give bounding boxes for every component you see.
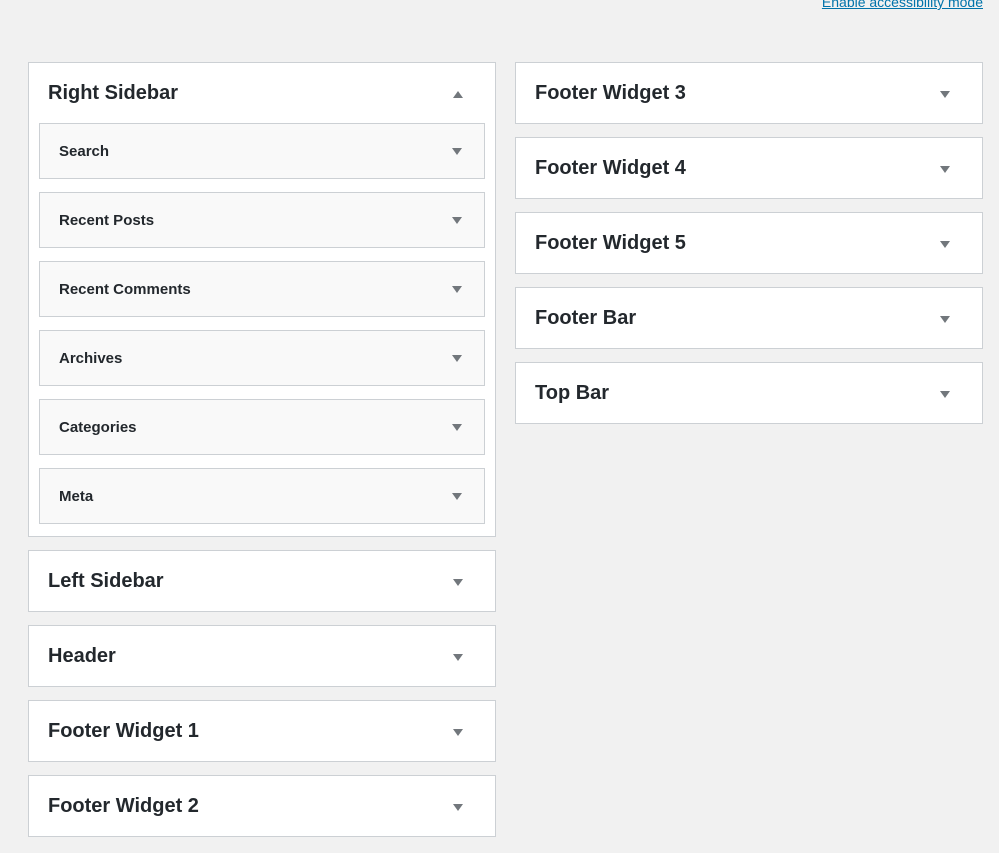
widget-search[interactable]: Search [39, 123, 485, 179]
widget-title: Categories [59, 419, 137, 436]
widget-list: Search Recent Posts Recent Comments Arch… [29, 123, 495, 536]
arrow-down-icon[interactable] [940, 316, 950, 323]
arrow-down-icon[interactable] [453, 804, 463, 811]
widget-area-footer-widget-4: Footer Widget 4 [515, 137, 983, 199]
arrow-down-icon[interactable] [452, 424, 462, 431]
widget-area-footer-widget-1: Footer Widget 1 [28, 700, 496, 762]
widget-area-title: Top Bar [535, 382, 610, 404]
widget-areas-left-column: Right Sidebar Search Recent Posts Recent… [28, 62, 496, 850]
widget-area-footer-bar: Footer Bar [515, 287, 983, 349]
arrow-down-icon[interactable] [453, 654, 463, 661]
widget-area-header-right-sidebar[interactable]: Right Sidebar [29, 63, 495, 123]
arrow-down-icon[interactable] [452, 217, 462, 224]
widget-area-header-footer-widget-1[interactable]: Footer Widget 1 [29, 701, 495, 761]
arrow-down-icon[interactable] [453, 729, 463, 736]
arrow-down-icon[interactable] [940, 241, 950, 248]
widget-area-title: Footer Bar [535, 307, 637, 329]
arrow-down-icon[interactable] [940, 91, 950, 98]
arrow-down-icon[interactable] [452, 148, 462, 155]
arrow-down-icon[interactable] [940, 166, 950, 173]
arrow-down-icon[interactable] [452, 355, 462, 362]
widget-area-footer-widget-3: Footer Widget 3 [515, 62, 983, 124]
widget-area-header-left-sidebar[interactable]: Left Sidebar [29, 551, 495, 611]
arrow-down-icon[interactable] [453, 579, 463, 586]
arrow-down-icon[interactable] [452, 493, 462, 500]
widget-area-title: Left Sidebar [48, 570, 164, 592]
widget-area-title: Footer Widget 3 [535, 82, 686, 104]
widget-areas-right-column: Footer Widget 3 Footer Widget 4 Footer W… [515, 62, 983, 437]
widget-area-footer-widget-2: Footer Widget 2 [28, 775, 496, 837]
enable-accessibility-mode-link[interactable]: Enable accessibility mode [822, 0, 983, 10]
widget-area-header-footer-bar[interactable]: Footer Bar [516, 288, 982, 348]
widget-title: Search [59, 143, 110, 160]
widget-area-header-top-bar[interactable]: Top Bar [516, 363, 982, 423]
widget-recent-comments[interactable]: Recent Comments [39, 261, 485, 317]
widget-area-title: Footer Widget 1 [48, 720, 199, 742]
widget-title: Archives [59, 350, 123, 367]
widget-area-title: Header [48, 645, 116, 667]
widget-area-header: Header [28, 625, 496, 687]
arrow-down-icon[interactable] [452, 286, 462, 293]
widget-area-header-footer-widget-5[interactable]: Footer Widget 5 [516, 213, 982, 273]
arrow-down-icon[interactable] [940, 391, 950, 398]
widget-area-title: Right Sidebar [48, 82, 179, 104]
widget-area-header-footer-widget-3[interactable]: Footer Widget 3 [516, 63, 982, 123]
widget-area-left-sidebar: Left Sidebar [28, 550, 496, 612]
widget-area-top-bar: Top Bar [515, 362, 983, 424]
widget-area-right-sidebar: Right Sidebar Search Recent Posts Recent… [28, 62, 496, 537]
widget-area-title: Footer Widget 5 [535, 232, 686, 254]
widget-area-header-footer-widget-4[interactable]: Footer Widget 4 [516, 138, 982, 198]
widget-recent-posts[interactable]: Recent Posts [39, 192, 485, 248]
widget-area-header-header[interactable]: Header [29, 626, 495, 686]
widget-area-header-footer-widget-2[interactable]: Footer Widget 2 [29, 776, 495, 836]
widget-area-title: Footer Widget 4 [535, 157, 686, 179]
widget-archives[interactable]: Archives [39, 330, 485, 386]
widget-area-title: Footer Widget 2 [48, 795, 199, 817]
widget-title: Recent Posts [59, 212, 155, 229]
widget-area-footer-widget-5: Footer Widget 5 [515, 212, 983, 274]
widget-categories[interactable]: Categories [39, 399, 485, 455]
widget-title: Meta [59, 488, 94, 505]
widget-title: Recent Comments [59, 281, 191, 298]
arrow-up-icon[interactable] [453, 91, 463, 98]
widget-meta[interactable]: Meta [39, 468, 485, 524]
